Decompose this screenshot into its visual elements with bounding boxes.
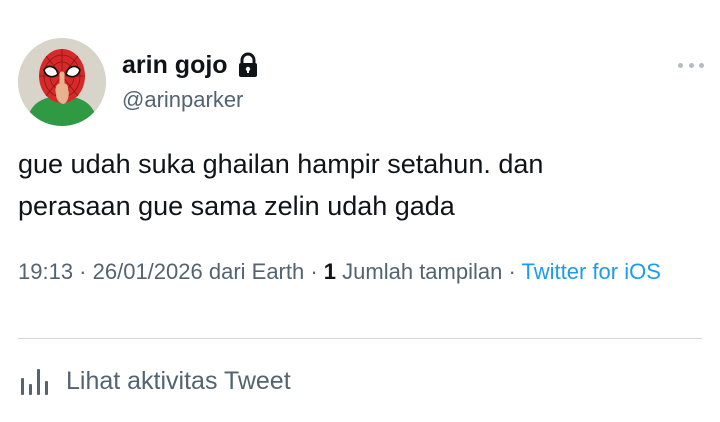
meta-separator: · <box>304 259 324 284</box>
more-options-icon[interactable] <box>678 58 704 72</box>
meta-separator: · <box>502 259 522 284</box>
analytics-bar-chart-icon <box>21 369 48 395</box>
tweet-time[interactable]: 19:13 <box>18 259 73 284</box>
meta-separator: · <box>73 259 93 284</box>
author-display-name[interactable]: arin gojo <box>122 50 228 80</box>
tweet-meta: 19:13 · 26/01/2026 dari Earth · 1 Jumlah… <box>18 256 698 287</box>
lock-icon <box>236 52 260 78</box>
tweet-card: arin gojo @arinparker gue udah suka ghai… <box>0 0 720 422</box>
author-handle[interactable]: @arinparker <box>122 86 243 114</box>
activity-label: Lihat aktivitas Tweet <box>66 367 291 395</box>
views-label: Jumlah tampilan <box>336 259 503 284</box>
author-name-row: arin gojo <box>122 50 260 80</box>
view-tweet-activity-button[interactable]: Lihat aktivitas Tweet <box>18 364 291 398</box>
tweet-text: gue udah suka ghailan hampir setahun. da… <box>18 149 544 221</box>
avatar[interactable] <box>18 38 106 126</box>
divider <box>18 338 702 339</box>
spiderman-mask-avatar-image <box>18 38 106 126</box>
tweet-source-link[interactable]: Twitter for iOS <box>522 259 661 284</box>
tweet-date[interactable]: 26/01/2026 <box>93 259 203 284</box>
views-count: 1 <box>323 259 337 284</box>
tweet-location: dari Earth <box>202 259 305 284</box>
